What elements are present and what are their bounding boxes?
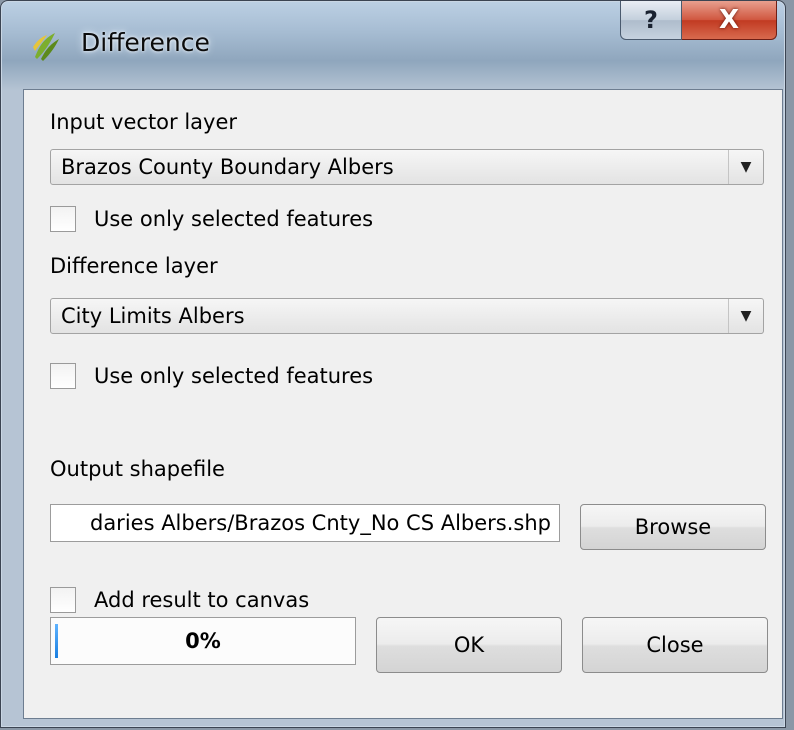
difference-use-selected-checkbox[interactable] [50, 363, 76, 389]
input-vector-layer-label: Input vector layer [50, 110, 238, 134]
output-shapefile-label: Output shapefile [50, 457, 225, 481]
output-shapefile-input[interactable]: daries Albers/Brazos Cnty_No CS Albers.s… [50, 504, 560, 542]
output-shapefile-value: daries Albers/Brazos Cnty_No CS Albers.s… [89, 511, 551, 535]
input-use-selected-label[interactable]: Use only selected features [94, 207, 373, 231]
progress-bar: 0% [50, 617, 356, 665]
chevron-down-icon[interactable]: ▼ [728, 150, 763, 184]
window-title: Difference [81, 28, 210, 57]
input-vector-layer-combo[interactable]: Brazos County Boundary Albers ▼ [50, 149, 764, 185]
dialog-window: Difference ? X Input vector layer Brazos… [0, 0, 786, 728]
chevron-down-icon[interactable]: ▼ [728, 299, 763, 333]
window-close-button[interactable]: X [682, 1, 777, 40]
browse-button[interactable]: Browse [580, 504, 766, 550]
qgis-icon [33, 33, 59, 61]
progress-text: 0% [185, 629, 221, 653]
add-to-canvas-label[interactable]: Add result to canvas [94, 588, 309, 612]
ok-button[interactable]: OK [376, 617, 562, 673]
dialog-body: Input vector layer Brazos County Boundar… [23, 89, 783, 719]
input-use-selected-checkbox[interactable] [50, 206, 76, 232]
title-bar[interactable]: Difference ? X [1, 1, 785, 89]
input-vector-layer-value: Brazos County Boundary Albers [61, 155, 394, 179]
difference-layer-combo[interactable]: City Limits Albers ▼ [50, 298, 764, 334]
difference-layer-label: Difference layer [50, 254, 218, 278]
add-to-canvas-checkbox[interactable] [50, 587, 76, 613]
help-button[interactable]: ? [620, 1, 682, 40]
difference-use-selected-label[interactable]: Use only selected features [94, 364, 373, 388]
difference-layer-value: City Limits Albers [61, 304, 245, 328]
close-button[interactable]: Close [582, 617, 768, 673]
